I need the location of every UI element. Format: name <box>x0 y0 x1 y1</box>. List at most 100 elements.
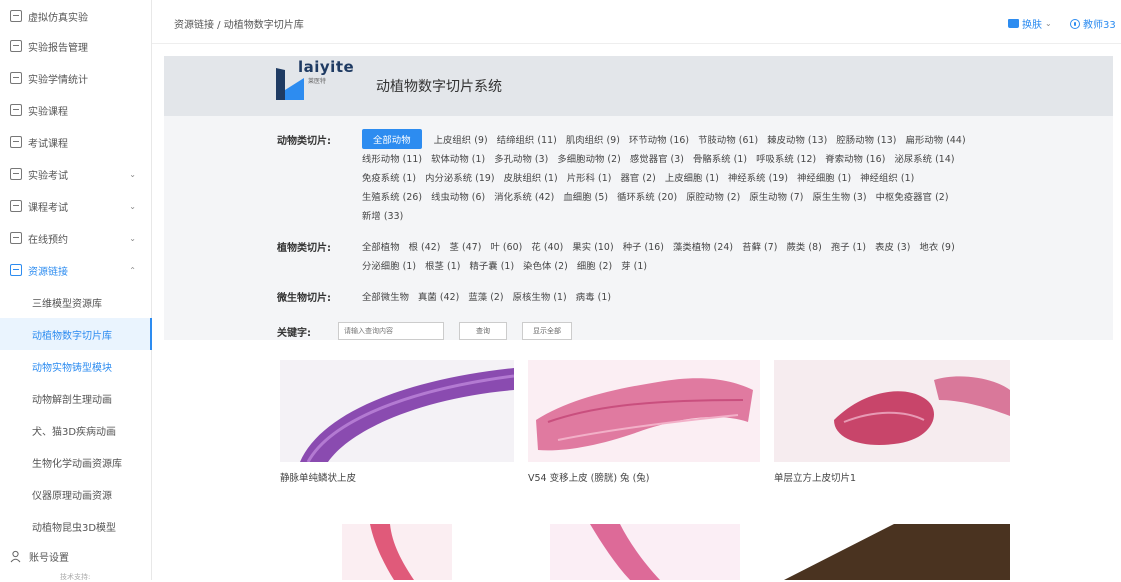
sidebar-sub-label: 生物化学动画资源库 <box>32 458 122 470</box>
sidebar-item-resource-links[interactable]: 资源链接 ⌃ <box>0 254 152 286</box>
filter-chip[interactable]: 分泌细胞 (1) <box>362 261 416 272</box>
filter-chip[interactable]: 骨骼系统 (1) <box>693 154 747 165</box>
filter-chip[interactable]: 苔藓 (7) <box>742 242 777 253</box>
user-menu[interactable]: 教师33 <box>1070 16 1116 31</box>
filter-chip[interactable]: 片形科 (1) <box>567 173 612 184</box>
filter-chip[interactable]: 上皮细胞 (1) <box>665 173 719 184</box>
sidebar-item-course-exam[interactable]: 课程考试 ⌄ <box>0 190 152 222</box>
course-icon <box>10 104 22 116</box>
filter-chip[interactable]: 生殖系统 (26) <box>362 192 422 203</box>
filter-chip[interactable]: 果实 (10) <box>572 242 613 253</box>
filter-chip[interactable]: 多孔动物 (3) <box>494 154 548 165</box>
keyword-search-input[interactable] <box>338 322 444 340</box>
slide-caption[interactable]: 单层立方上皮切片1 <box>774 470 856 484</box>
filter-chip[interactable]: 消化系统 (42) <box>494 192 554 203</box>
filter-chip[interactable]: 上皮组织 (9) <box>434 135 488 146</box>
filter-chip[interactable]: 孢子 (1) <box>831 242 866 253</box>
slide-thumbnail[interactable] <box>342 524 452 580</box>
filter-chip[interactable]: 感觉器官 (3) <box>630 154 684 165</box>
skin-switch-button[interactable]: 换肤 ⌄ <box>1008 16 1052 31</box>
filter-chip[interactable]: 泌尿系统 (14) <box>894 154 954 165</box>
sidebar-item-account-settings[interactable]: 账号设置 <box>0 540 152 572</box>
filter-chip[interactable]: 中枢免疫器官 (2) <box>876 192 949 203</box>
slide-caption[interactable]: V54 变移上皮 (膀胱) 兔 (兔) <box>528 470 650 484</box>
filter-chip[interactable]: 表皮 (3) <box>875 242 910 253</box>
filter-chip[interactable]: 线虫动物 (6) <box>431 192 485 203</box>
filter-chip[interactable]: 根茎 (1) <box>425 261 460 272</box>
sidebar-sub-instrument-animation[interactable]: 仪器原理动画资源 <box>0 478 152 510</box>
filter-chip[interactable]: 环节动物 (16) <box>629 135 689 146</box>
sidebar-item-experiment-exam[interactable]: 实验考试 ⌄ <box>0 158 152 190</box>
filter-chip[interactable]: 精子囊 (1) <box>469 261 514 272</box>
filter-chip[interactable]: 茎 (47) <box>450 242 482 253</box>
filter-chip[interactable]: 病毒 (1) <box>576 292 611 303</box>
filter-chip[interactable]: 芽 (1) <box>621 261 647 272</box>
filter-chip[interactable]: 血细胞 (5) <box>563 192 608 203</box>
sidebar-sub-pet-disease-3d[interactable]: 犬、猫3D疾病动画 <box>0 414 152 446</box>
slide-thumbnail[interactable] <box>280 360 514 462</box>
sidebar-item-virtual-experiment[interactable]: 虚拟仿真实验 <box>0 0 152 32</box>
filter-chip[interactable]: 内分泌系统 (19) <box>425 173 495 184</box>
search-button[interactable]: 查询 <box>459 322 507 340</box>
filter-chip[interactable]: 棘皮动物 (13) <box>767 135 827 146</box>
filter-chip[interactable]: 线形动物 (11) <box>362 154 422 165</box>
filter-chip[interactable]: 全部微生物 <box>362 292 409 303</box>
filter-chip[interactable]: 节肢动物 (61) <box>698 135 758 146</box>
sidebar-sub-insect-3d[interactable]: 动植物昆虫3D模型 <box>0 510 152 542</box>
sidebar-item-courses[interactable]: 实验课程 <box>0 94 152 126</box>
sidebar-item-report-management[interactable]: 实验报告管理 <box>0 30 152 62</box>
filter-chip[interactable]: 原核生物 (1) <box>513 292 567 303</box>
filter-chip[interactable]: 腔肠动物 (13) <box>836 135 896 146</box>
logo-text: laiyite <box>298 58 355 76</box>
sidebar-item-learning-stats[interactable]: 实验学情统计 <box>0 62 152 94</box>
filter-chip[interactable]: 全部植物 <box>362 242 400 253</box>
slide-thumbnail[interactable] <box>774 360 1010 462</box>
filter-chip[interactable]: 呼吸系统 (12) <box>756 154 816 165</box>
filter-chip[interactable]: 花 (40) <box>531 242 563 253</box>
slide-thumbnail[interactable] <box>774 524 1010 580</box>
sidebar-sub-label: 动物实物铸型模块 <box>32 362 112 374</box>
slide-image-4 <box>370 524 414 580</box>
filter-chip[interactable]: 蓝藻 (2) <box>468 292 503 303</box>
filter-chip[interactable]: 真菌 (42) <box>418 292 459 303</box>
sidebar-item-online-booking[interactable]: 在线预约 ⌄ <box>0 222 152 254</box>
filter-chip[interactable]: 结缔组织 (11) <box>497 135 557 146</box>
sidebar-sub-label: 动植物昆虫3D模型 <box>32 522 117 534</box>
filter-chip[interactable]: 器官 (2) <box>621 173 656 184</box>
filter-chip[interactable]: 细胞 (2) <box>577 261 612 272</box>
filter-chip[interactable]: 原腔动物 (2) <box>686 192 740 203</box>
filter-chip[interactable]: 全部动物 <box>362 129 422 149</box>
filter-chip[interactable]: 扁形动物 (44) <box>906 135 966 146</box>
filter-chip[interactable]: 原生生物 (3) <box>813 192 867 203</box>
filter-chip[interactable]: 染色体 (2) <box>523 261 568 272</box>
filter-chip[interactable]: 蕨类 (8) <box>787 242 822 253</box>
filter-chip[interactable]: 种子 (16) <box>623 242 664 253</box>
sidebar-sub-label: 动物解剖生理动画 <box>32 394 112 406</box>
filter-chip[interactable]: 免疫系统 (1) <box>362 173 416 184</box>
filter-chip[interactable]: 神经组织 (1) <box>860 173 914 184</box>
filter-chip[interactable]: 软体动物 (1) <box>431 154 485 165</box>
filter-chip[interactable]: 皮肤组织 (1) <box>504 173 558 184</box>
filter-chip[interactable]: 循环系统 (20) <box>617 192 677 203</box>
filter-chip[interactable]: 肌肉组织 (9) <box>566 135 620 146</box>
sidebar-sub-biochem-animation[interactable]: 生物化学动画资源库 <box>0 446 152 478</box>
slide-caption[interactable]: 静脉单纯鳞状上皮 <box>280 470 356 484</box>
filter-chip[interactable]: 新增 (33) <box>362 211 403 222</box>
filter-chip[interactable]: 根 (42) <box>409 242 441 253</box>
sidebar-sub-3d-models[interactable]: 三维模型资源库 <box>0 286 152 318</box>
filter-chip[interactable]: 神经系统 (19) <box>728 173 788 184</box>
sidebar-item-exam-courses[interactable]: 考试课程 <box>0 126 152 158</box>
sidebar-sub-anatomy-animation[interactable]: 动物解剖生理动画 <box>0 382 152 414</box>
filter-chip[interactable]: 藻类植物 (24) <box>673 242 733 253</box>
slide-thumbnail[interactable] <box>550 524 740 580</box>
filter-chip[interactable]: 原生动物 (7) <box>749 192 803 203</box>
filter-chip[interactable]: 神经细胞 (1) <box>797 173 851 184</box>
filter-chip[interactable]: 多细胞动物 (2) <box>557 154 621 165</box>
sidebar-sub-casting-models[interactable]: 动物实物铸型模块 <box>0 350 152 382</box>
sidebar-sub-digital-slides[interactable]: 动植物数字切片库 <box>0 318 152 350</box>
show-all-button[interactable]: 显示全部 <box>522 322 572 340</box>
filter-chip[interactable]: 地衣 (9) <box>919 242 954 253</box>
filter-chip[interactable]: 叶 (60) <box>490 242 522 253</box>
slide-thumbnail[interactable] <box>528 360 760 462</box>
filter-chip[interactable]: 脊索动物 (16) <box>825 154 885 165</box>
